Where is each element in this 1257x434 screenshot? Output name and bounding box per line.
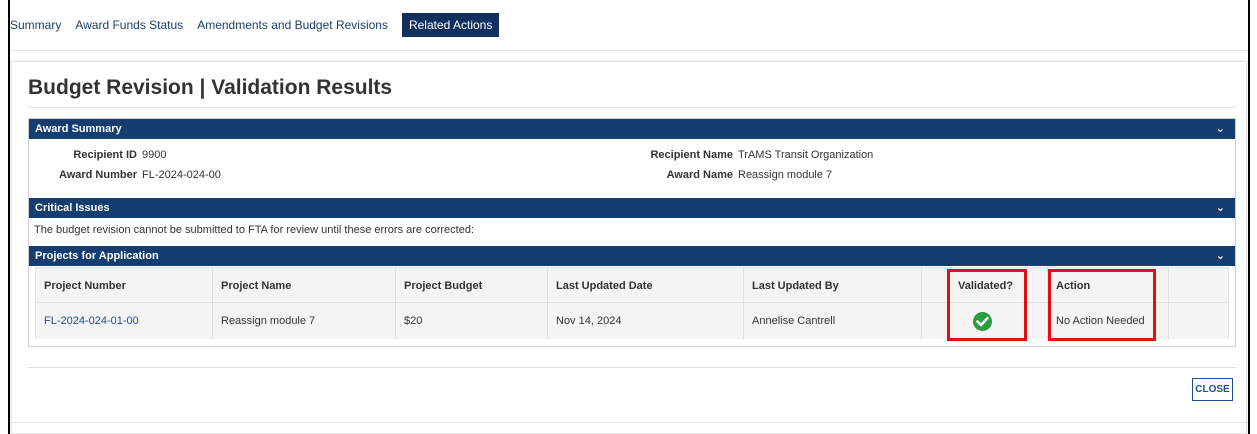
top-tab-bar: Summary Award Funds Status Amendments an…: [10, 10, 513, 40]
recipient-id-label: Recipient ID: [73, 149, 137, 161]
chevron-down-icon[interactable]: ⌄: [1216, 246, 1225, 266]
critical-issues-title: Critical Issues: [35, 202, 110, 214]
award-summary-header[interactable]: Award Summary ⌄: [29, 119, 1235, 139]
critical-issues-header[interactable]: Critical Issues ⌄: [29, 198, 1235, 218]
projects-title: Projects for Application: [35, 250, 159, 262]
col-last-updated-date: Last Updated Date: [556, 280, 653, 292]
project-number-link[interactable]: FL-2024-024-01-00: [44, 315, 139, 327]
page-bottom-divider: [10, 422, 1248, 423]
column-divider: [395, 268, 396, 339]
modal-content: Award Summary ⌄ Recipient ID 9900 Award …: [28, 118, 1236, 347]
award-name-label: Award Name: [666, 169, 733, 181]
validated-highlight-box: [947, 269, 1027, 341]
last-updated-date-cell: Nov 14, 2024: [556, 315, 622, 327]
frame-border-right: [1248, 0, 1250, 434]
close-button[interactable]: CLOSE: [1192, 378, 1233, 401]
project-name-cell: Reassign module 7: [221, 315, 316, 327]
column-divider: [743, 268, 744, 339]
validation-results-modal: Budget Revision | Validation Results Awa…: [11, 61, 1247, 434]
last-updated-by-cell: Annelise Cantrell: [752, 315, 836, 327]
column-divider: [921, 268, 922, 339]
modal-title: Budget Revision | Validation Results: [28, 76, 393, 99]
project-budget-cell: $20: [404, 315, 423, 327]
recipient-id-value: 9900: [142, 149, 167, 161]
tab-related-actions[interactable]: Related Actions: [401, 13, 500, 37]
projects-header[interactable]: Projects for Application ⌄: [29, 246, 1235, 266]
tab-summary[interactable]: Summary: [10, 15, 61, 35]
chevron-down-icon[interactable]: ⌄: [1216, 119, 1225, 139]
column-divider: [212, 268, 213, 339]
col-project-name: Project Name: [221, 280, 292, 292]
award-number-label: Award Number: [58, 169, 137, 181]
recipient-name-label: Recipient Name: [650, 149, 733, 161]
column-divider: [1168, 268, 1169, 339]
tabs-divider: [10, 50, 1248, 51]
footer-divider: [28, 367, 1236, 368]
award-summary-title: Award Summary: [35, 123, 122, 135]
tab-award-funds-status[interactable]: Award Funds Status: [75, 15, 183, 35]
action-highlight-box: [1048, 269, 1156, 341]
award-name-value: Reassign module 7: [738, 169, 833, 181]
col-project-number: Project Number: [44, 280, 126, 292]
recipient-name-value: TrAMS Transit Organization: [738, 149, 874, 161]
col-last-updated-by: Last Updated By: [752, 280, 839, 292]
critical-issues-message: The budget revision cannot be submitted …: [34, 224, 475, 236]
title-divider: [28, 107, 1236, 108]
award-number-value: FL-2024-024-00: [142, 169, 221, 181]
chevron-down-icon[interactable]: ⌄: [1216, 198, 1225, 218]
col-project-budget: Project Budget: [404, 280, 483, 292]
frame-border-left: [8, 0, 10, 434]
tab-amendments-budget-revisions[interactable]: Amendments and Budget Revisions: [197, 15, 388, 35]
column-divider: [547, 268, 548, 339]
